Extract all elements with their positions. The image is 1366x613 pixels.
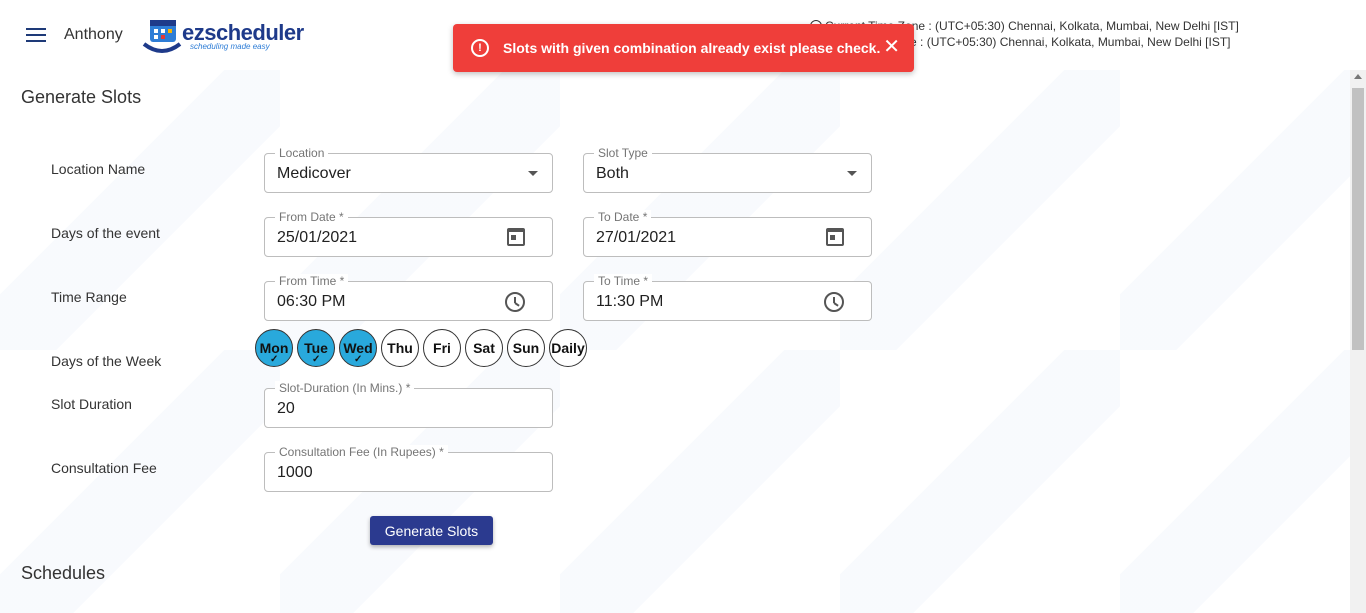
days-of-event-label: Days of the event — [51, 225, 160, 241]
day-chip[interactable]: Fri — [423, 329, 461, 367]
dropdown-arrow-icon[interactable] — [847, 171, 857, 176]
hamburger-menu-icon[interactable] — [26, 28, 46, 42]
from-date-legend: From Date * — [275, 210, 348, 224]
day-chip[interactable]: Sun — [507, 329, 545, 367]
page-scrollbar[interactable] — [1350, 70, 1366, 613]
to-date-value: 27/01/2021 — [596, 229, 677, 246]
slot-duration-input[interactable]: Slot-Duration (In Mins.) * 20 — [264, 381, 553, 428]
slot-type-legend: Slot Type — [594, 146, 652, 160]
from-time-field[interactable]: From Time * 06:30 PM — [264, 274, 553, 321]
slot-duration-legend: Slot-Duration (In Mins.) * — [275, 381, 415, 395]
ezscheduler-logo[interactable]: ezscheduler scheduling made easy — [142, 14, 312, 54]
day-chip[interactable]: Wed — [339, 329, 377, 367]
location-name-label: Location Name — [51, 161, 146, 177]
slot-type-value: Both — [596, 165, 629, 182]
clock-icon[interactable] — [505, 292, 525, 312]
schedules-title: Schedules — [21, 563, 106, 583]
consultation-fee-input[interactable]: Consultation Fee (In Rupees) * 1000 — [264, 445, 553, 492]
logo-tagline: scheduling made easy — [190, 42, 270, 51]
dropdown-arrow-icon[interactable] — [528, 171, 538, 176]
to-date-legend: To Date * — [594, 210, 652, 224]
consultation-fee-legend: Consultation Fee (In Rupees) * — [275, 445, 448, 459]
to-time-field[interactable]: To Time * 11:30 PM — [583, 274, 872, 321]
day-chip[interactable]: Daily — [549, 329, 587, 367]
slot-duration-label: Slot Duration — [51, 396, 132, 412]
consultation-fee-label: Consultation Fee — [51, 460, 157, 476]
background-pattern — [0, 70, 1350, 613]
user-name: Anthony — [64, 26, 123, 43]
calendar-logo-icon — [142, 20, 182, 53]
slot-type-select[interactable]: Slot Type Both — [583, 146, 872, 193]
day-chip[interactable]: Thu — [381, 329, 419, 367]
error-toast: ! Slots with given combination already e… — [453, 24, 914, 72]
days-of-week-label: Days of the Week — [51, 353, 162, 369]
generate-slots-title: Generate Slots — [21, 87, 142, 107]
to-time-legend: To Time * — [594, 274, 653, 288]
error-icon: ! — [471, 39, 489, 57]
calendar-icon[interactable] — [826, 228, 844, 246]
from-time-legend: From Time * — [275, 274, 349, 288]
day-chip[interactable]: Sat — [465, 329, 503, 367]
close-icon[interactable]: ✕ — [883, 37, 900, 57]
slot-duration-value: 20 — [277, 400, 295, 417]
to-time-value: 11:30 PM — [596, 293, 664, 310]
clock-icon[interactable] — [824, 292, 844, 312]
day-chip[interactable]: Mon — [255, 329, 293, 367]
location-select[interactable]: Location Medicover — [264, 146, 553, 193]
scroll-up-arrow-icon[interactable] — [1354, 74, 1362, 79]
from-date-value: 25/01/2021 — [277, 229, 358, 246]
days-of-week-picker: Mon Tue Wed Thu Fri Sat Sun Daily — [255, 329, 587, 367]
location-value: Medicover — [277, 165, 351, 182]
from-date-field[interactable]: From Date * 25/01/2021 — [264, 210, 553, 257]
to-date-field[interactable]: To Date * 27/01/2021 — [583, 210, 872, 257]
toast-message: Slots with given combination already exi… — [503, 40, 881, 56]
location-legend: Location — [275, 146, 329, 160]
time-range-label: Time Range — [51, 289, 127, 305]
consultation-fee-value: 1000 — [277, 464, 313, 481]
generate-slots-button[interactable]: Generate Slots — [370, 516, 493, 545]
from-time-value: 06:30 PM — [277, 293, 346, 310]
day-chip[interactable]: Tue — [297, 329, 335, 367]
calendar-icon[interactable] — [507, 228, 525, 246]
scroll-thumb[interactable] — [1352, 88, 1364, 350]
